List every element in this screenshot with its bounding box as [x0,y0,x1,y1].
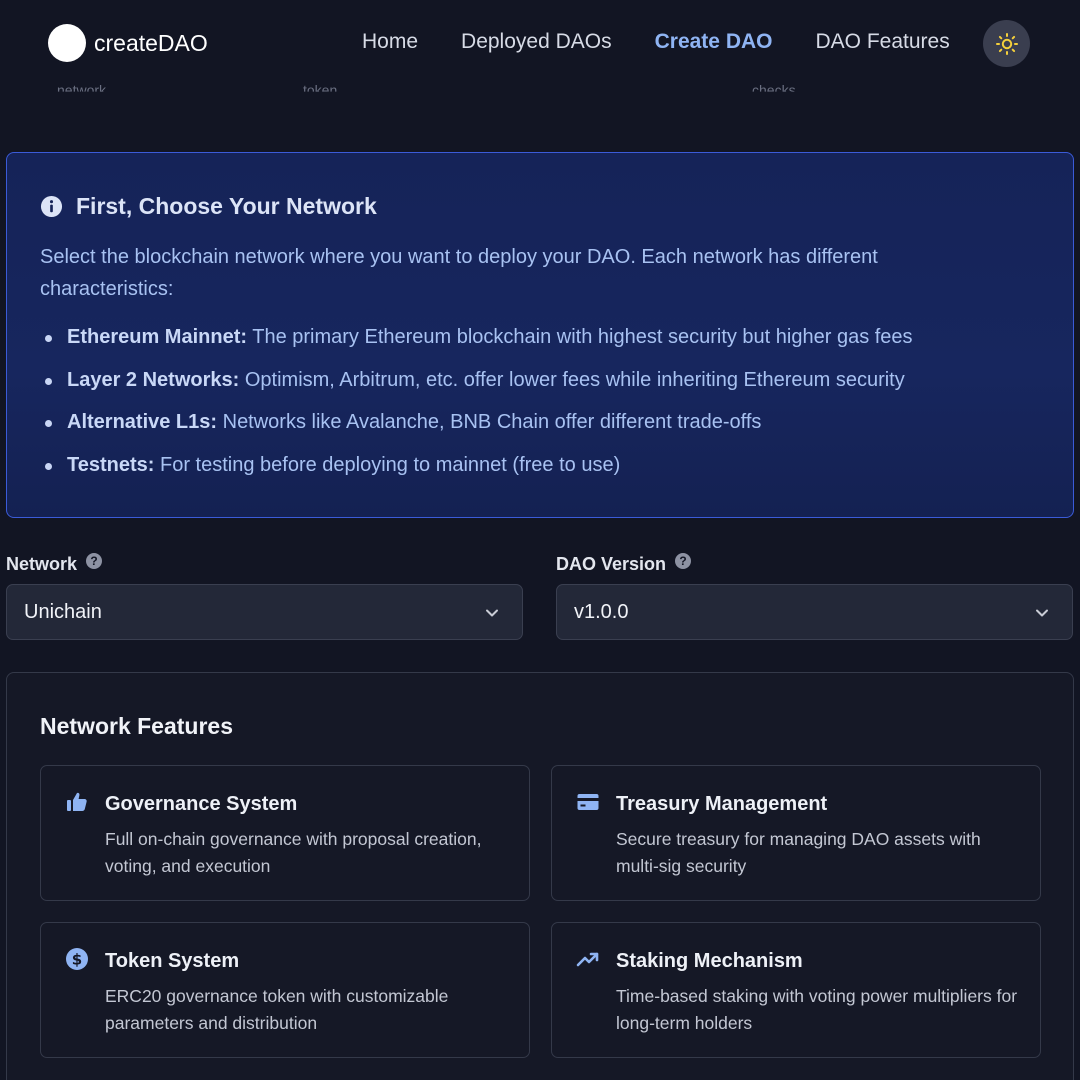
dollar-coin-icon: $ [66,948,88,970]
list-item-term: Testnets: [67,453,155,476]
feature-desc: Secure treasury for managing DAO assets … [616,829,981,876]
feature-desc: Full on-chain governance with proposal c… [105,829,482,876]
nav-deployed-daos[interactable]: Deployed DAOs [461,30,612,54]
network-select[interactable]: Unichain [6,584,523,640]
trending-up-icon [576,952,599,967]
chevron-down-icon [486,609,498,617]
stepper-labels: network token checks [0,80,1080,100]
feature-token: $ Token System ERC20 governance token wi… [40,922,530,1058]
step-label-network: network [57,82,107,98]
features-title: Network Features [40,713,234,739]
feature-staking: Staking Mechanism Time-based staking wit… [551,922,1041,1058]
nav-create-dao[interactable]: Create DAO [655,30,773,54]
step-label-checks: checks [752,82,796,98]
list-item: Layer 2 Networks: Optimism, Arbitrum, et… [40,368,913,392]
thumbs-up-icon [67,792,87,811]
list-item-term: Alternative L1s: [67,411,218,433]
logo-circle-icon [48,24,86,62]
version-field-label: DAO Version ? [556,552,692,575]
main-nav: Home Deployed DAOs Create DAO DAO Featur… [362,30,993,54]
feature-title: Governance System [105,793,298,815]
network-field-label: Network ? [6,552,103,575]
feature-desc: Time-based staking with voting power mul… [616,986,1018,1033]
svg-text:$: $ [72,951,82,969]
version-select-value: v1.0.0 [574,600,629,623]
step-label-token: token [303,82,338,98]
nav-home[interactable]: Home [362,30,418,54]
dao-version-select[interactable]: v1.0.0 [556,584,1073,640]
list-item-text: For testing before deploying to mainnet … [154,453,621,476]
network-label-text: Network [6,554,78,574]
network-info-panel: First, Choose Your Network Select the bl… [6,152,1074,518]
sun-icon [995,32,1018,55]
credit-card-icon [577,794,599,810]
nav-dao-features[interactable]: DAO Features [815,30,949,54]
info-title-row: First, Choose Your Network [40,193,377,220]
list-item-term: Layer 2 Networks: [67,368,240,391]
network-select-value: Unichain [24,600,102,623]
info-icon [40,195,63,218]
list-item-text: Optimism, Arbitrum, etc. offer lower fee… [239,368,905,391]
feature-treasury: Treasury Management Secure treasury for … [551,765,1041,901]
feature-governance: Governance System Full on-chain governan… [40,765,530,901]
theme-toggle-button[interactable] [983,20,1030,67]
list-item-text: Networks like Avalanche, BNB Chain offer… [217,411,762,433]
list-item: Testnets: For testing before deploying t… [40,453,913,477]
list-item: Ethereum Mainnet: The primary Ethereum b… [40,325,913,349]
feature-title: Treasury Management [616,793,828,815]
logo-text: createDAO [94,29,208,56]
help-icon[interactable]: ? [86,552,103,569]
list-item-text: The primary Ethereum blockchain with hig… [247,326,913,348]
network-type-list: Ethereum Mainnet: The primary Ethereum b… [40,325,913,495]
top-nav-bar: createDAO Home Deployed DAOs Create DAO … [0,0,1080,86]
help-icon[interactable]: ? [675,552,692,569]
info-title: First, Choose Your Network [76,193,377,219]
list-item-term: Ethereum Mainnet: [67,326,248,348]
version-label-text: DAO Version [556,554,667,574]
feature-title: Staking Mechanism [616,950,803,972]
logo[interactable]: createDAO [48,24,208,62]
info-description: Select the blockchain network where you … [40,246,878,300]
list-item: Alternative L1s: Networks like Avalanche… [40,410,913,434]
feature-title: Token System [105,950,240,972]
feature-desc: ERC20 governance token with customizable… [105,986,449,1033]
chevron-down-icon [1036,609,1048,617]
network-features-card: Network Features Governance System Full … [6,672,1074,1080]
